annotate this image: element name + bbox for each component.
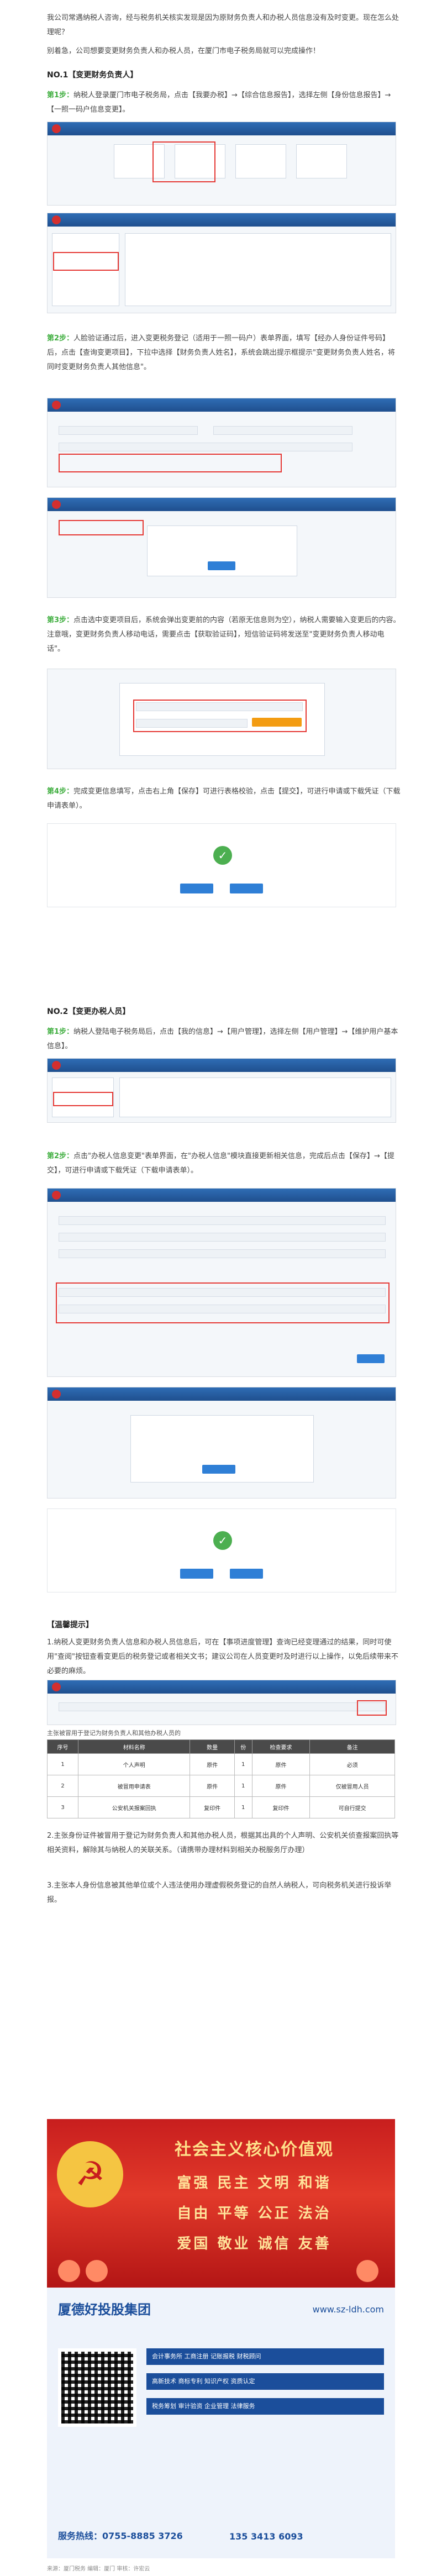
col-header: 材料名称 (78, 1739, 191, 1754)
core-values-banner: ☭ 社会主义核心价值观 富强 民主 文明 和谐 自由 平等 公正 法治 爱国 敬… (47, 2119, 395, 2288)
banner-title: 社会主义核心价值观 (175, 2140, 334, 2159)
ad-service-line: 税务筹划 审计验资 企业管理 法律服务 (146, 2398, 384, 2415)
tips-heading: 【温馨提示】 (47, 1621, 93, 1629)
form-header (48, 1387, 396, 1401)
col-header: 数量 (190, 1739, 235, 1754)
flower-decoration (58, 2260, 80, 2282)
ad-service-line: 高新技术 商标专利 知识产权 资质认定 (146, 2373, 384, 2390)
ad-service-line: 会计事务所 工商注册 记账报税 财税顾问 (146, 2348, 384, 2365)
table-header-row: 序号 材料名称 数量 份 检查要求 备注 (46, 1739, 395, 1754)
emblem-icon (52, 1390, 61, 1399)
banner-row-1: 富强 民主 文明 和谐 (177, 2175, 332, 2191)
tax-bureau-header (48, 1680, 396, 1694)
download-button[interactable] (180, 1569, 213, 1579)
flower-decoration (86, 2260, 108, 2282)
taxperson-step-2: 第2步：点击"办税人信息变更"表单界面，在"办税人信息"模块直接更新相关信息，完… (47, 1152, 394, 1175)
screenshot-verification (47, 669, 396, 769)
col-header: 份 (234, 1739, 252, 1754)
tip-2: 2.主张身份证件被冒用于登记为财务负责人和其他办税人员，根据其出具的个人声明、公… (47, 1832, 399, 1854)
materials-table: 序号 材料名称 数量 份 检查要求 备注 1 个人声明 原件 1 原件 必须 2… (46, 1739, 395, 1818)
tax-bureau-header (48, 1059, 396, 1072)
screenshot-info-report (47, 213, 396, 313)
tip-3: 3.主张本人身份信息被其他单位或个人违法使用办理虚假税务登记的自然人纳税人，可向… (47, 1881, 392, 1904)
screenshot-taxperson-form (47, 1188, 396, 1377)
view-button[interactable] (230, 884, 263, 893)
finance-step-1: 第1步：纳税人登录厦门市电子税务局，点击【我要办税】→【综合信息报告】，选择左侧… (47, 91, 391, 114)
table-row: 1 个人声明 原件 1 原件 必须 (46, 1753, 395, 1775)
emblem-icon (52, 1191, 61, 1200)
ad-url[interactable]: www.sz-ldh.com (313, 2304, 384, 2315)
screenshot-tax-menu (47, 122, 396, 206)
tip-1: 1.纳税人变更财务负责人信息和办税人员信息后，可在【事项进度管理】查询已经变理通… (47, 1638, 398, 1675)
article-source: 来源：厦门税务 编辑：厦门 审核：许宏云 (47, 2566, 150, 2572)
emblem-icon (52, 1683, 61, 1691)
section-heading-finance: NO.1【变更财务负责人】 (47, 71, 138, 80)
emblem-icon (52, 500, 61, 509)
col-header: 序号 (46, 1739, 79, 1754)
success-card-1: ✓ (47, 823, 396, 907)
emblem-icon (52, 1061, 61, 1070)
table-row: 2 被冒用申请表 原件 1 原件 仅被冒用人员 (46, 1775, 395, 1797)
company-ad: 厦德好投股集团 www.sz-ldh.com 会计事务所 工商注册 记账报税 财… (47, 2288, 395, 2558)
download-button[interactable] (180, 884, 213, 893)
form-header (48, 398, 396, 412)
table-caption: 主张被冒用于登记为财务负责人和其他办税人员的 (47, 1729, 181, 1737)
col-header: 检查要求 (251, 1739, 311, 1754)
screenshot-progress-query (47, 1680, 396, 1725)
screenshot-taxperson-save (47, 1387, 396, 1499)
finance-step-4: 第4步：完成变更信息填写，点击右上角【保存】可进行表格校验，点击【提交】，可进行… (47, 787, 401, 810)
emblem-icon (52, 215, 61, 224)
banner-row-3: 爱国 敬业 诚信 友善 (177, 2236, 332, 2252)
article: 我公司常遇纳税人咨询，经与税务机关核实发现是因为原财务负责人和办税人员信息没有及… (0, 0, 442, 2576)
intro-paragraph-2: 别着急，公司想要变更财务负责人和办税人员，在厦门市电子税务局就可以完成操作！ (47, 47, 320, 55)
tax-bureau-header (48, 122, 396, 135)
section-heading-taxperson: NO.2【变更办税人员】 (47, 1007, 130, 1016)
check-icon: ✓ (213, 846, 232, 865)
col-header: 备注 (309, 1739, 395, 1754)
intro-paragraph-1: 我公司常遇纳税人咨询，经与税务机关核实发现是因为原财务负责人和办税人员信息没有及… (47, 14, 399, 36)
emblem-icon (52, 401, 61, 409)
view-button[interactable] (230, 1569, 263, 1579)
emblem-icon (52, 124, 61, 133)
table-row: 3 公安机关报案回执 复印件 1 复印件 可自行提交 (46, 1796, 395, 1818)
screenshot-user-management (47, 1058, 396, 1123)
ad-brand: 厦德好投股集团 (58, 2302, 151, 2317)
taxperson-step-1: 第1步：纳税人登陆电子税务局后，点击【我的信息】→【用户管理】，选择左侧【用户管… (47, 1028, 398, 1050)
party-emblem-icon: ☭ (57, 2141, 123, 2207)
qr-code-icon (58, 2348, 136, 2427)
form-header (48, 498, 396, 511)
finance-step-3: 第3步：点击选中变更项目后，系统会弹出变更前的内容（若原无信息则为空），纳税人需… (47, 616, 401, 653)
tax-bureau-header (48, 213, 396, 227)
form-header (48, 1189, 396, 1202)
ad-phone: 服务热线：0755-8885 3726 (58, 2531, 183, 2541)
flower-decoration (356, 2260, 378, 2282)
ad-mobile: 135 3413 6093 (229, 2531, 303, 2542)
finance-step-2: 第2步：人脸验证通过后，进入变更税务登记（适用于一照一码户）表单界面，填写【经办… (47, 334, 395, 371)
screenshot-change-prompt (47, 497, 396, 598)
banner-row-2: 自由 平等 公正 法治 (177, 2205, 332, 2222)
screenshot-change-form (47, 398, 396, 487)
success-card-2: ✓ (47, 1508, 396, 1592)
check-icon: ✓ (213, 1531, 232, 1550)
